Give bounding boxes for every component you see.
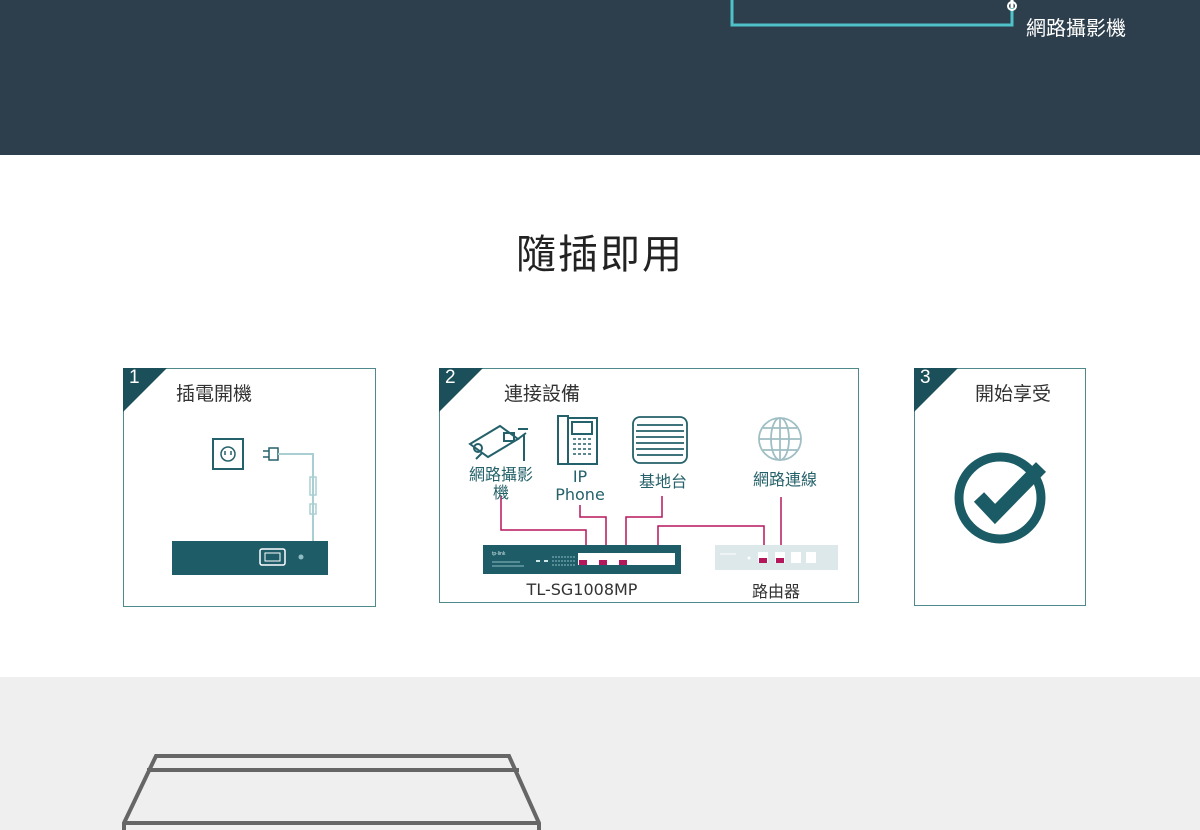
section-title: 隨插即用	[516, 232, 684, 278]
internet-label: 網路連線	[752, 470, 817, 489]
switch-outline-illustration	[122, 754, 541, 830]
svg-text:tp-link: tp-link	[492, 551, 506, 557]
step-card-1: 1 插電開機	[123, 367, 376, 607]
phone-device-label: IP Phone	[555, 467, 605, 504]
router-label: 路由器	[751, 582, 800, 601]
bottom-product-band	[0, 677, 1200, 830]
router-icon	[715, 545, 838, 570]
check-circle-icon	[954, 452, 1047, 544]
switch-rear-icon	[172, 541, 328, 575]
switch-model-label: TL-SG1008MP	[526, 580, 638, 599]
access-point-label: 基地台	[638, 472, 687, 491]
step-card-3: 3 開始享受	[914, 367, 1086, 606]
camera-device-label: 網路攝影機	[468, 465, 533, 502]
camera-label: 網路攝影機	[1026, 16, 1126, 40]
power-plug-icon	[263, 447, 317, 545]
ip-camera-icon	[468, 424, 528, 461]
wall-outlet-icon	[212, 438, 244, 470]
access-point-icon	[632, 416, 688, 464]
internet-globe-icon	[758, 417, 802, 461]
camera-cable-line	[730, 0, 1017, 27]
step-card-2: 2 連接設備 tp-link 網路攝影機 IP Phone 基地台 網路連線 T…	[439, 367, 859, 603]
top-banner: 網路攝影機	[0, 0, 1200, 155]
ip-phone-icon	[557, 415, 598, 465]
poe-switch-icon: tp-link	[483, 545, 681, 574]
power-illustration	[172, 438, 328, 575]
